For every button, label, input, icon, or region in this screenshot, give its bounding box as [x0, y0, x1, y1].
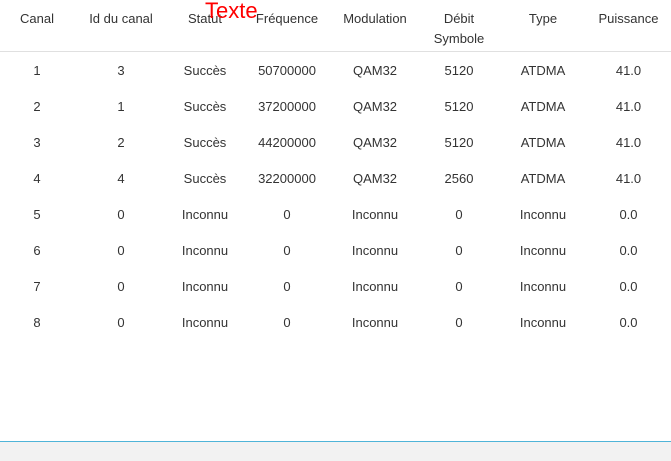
cell-statut: Inconnu	[181, 314, 229, 330]
cell-modulation: QAM32	[352, 170, 398, 186]
cell-id-du-canal: 4	[117, 170, 125, 186]
footer-bar	[0, 441, 671, 461]
cell-debit-symbole: 5120	[444, 62, 474, 78]
cell-canal: 8	[33, 314, 41, 330]
cell-modulation: QAM32	[352, 98, 398, 114]
cell-debit-symbole: 0	[455, 314, 463, 330]
cell-canal: 1	[33, 62, 41, 78]
cell-debit-symbole: 0	[455, 278, 463, 294]
cell-puissance: 0.0	[619, 242, 638, 258]
header-label: Canal	[20, 11, 54, 26]
cell-id-du-canal: 3	[117, 62, 125, 78]
table-row: 4 4 Succès 32200000 QAM32 2560 ATDMA 41.0	[0, 160, 671, 196]
cell-canal: 4	[33, 170, 41, 186]
cell-frequence: 0	[283, 242, 291, 258]
cell-puissance: 41.0	[615, 98, 642, 114]
cell-puissance: 41.0	[615, 134, 642, 150]
cell-id-du-canal: 1	[117, 98, 125, 114]
header-label: Débit	[443, 11, 475, 26]
cell-id-du-canal: 0	[117, 278, 125, 294]
cell-id-du-canal: 0	[117, 242, 125, 258]
cell-modulation: Inconnu	[351, 242, 399, 258]
cell-puissance: 41.0	[615, 170, 642, 186]
cell-type: ATDMA	[520, 134, 566, 150]
cell-canal: 3	[33, 134, 41, 150]
table-header: Canal Id du canal Statut Fréquence Modul…	[0, 0, 671, 52]
cell-debit-symbole: 0	[455, 206, 463, 222]
cell-frequence: 44200000	[258, 134, 316, 150]
cell-puissance: 0.0	[619, 278, 638, 294]
table-row: 8 0 Inconnu 0 Inconnu 0 Inconnu 0.0	[0, 304, 671, 340]
header-label: Modulation	[343, 11, 407, 26]
cell-canal: 7	[33, 278, 41, 294]
cell-id-du-canal: 0	[117, 206, 125, 222]
cell-statut: Succès	[183, 98, 227, 114]
overlay-text-label: Texte	[205, 0, 258, 23]
cell-type: Inconnu	[519, 314, 567, 330]
cell-modulation: QAM32	[352, 62, 398, 78]
cell-puissance: 0.0	[619, 206, 638, 222]
cell-debit-symbole: 5120	[444, 134, 474, 150]
cell-id-du-canal: 0	[117, 314, 125, 330]
cell-type: ATDMA	[520, 98, 566, 114]
header-id-du-canal: Id du canal	[74, 0, 168, 52]
table-row: 3 2 Succès 44200000 QAM32 5120 ATDMA 41.0	[0, 124, 671, 160]
header-label: Type	[528, 11, 558, 26]
page: Canal Id du canal Statut Fréquence Modul…	[0, 0, 671, 461]
header-modulation: Modulation	[332, 0, 418, 52]
cell-frequence: 32200000	[258, 170, 316, 186]
cell-statut: Inconnu	[181, 242, 229, 258]
cell-puissance: 0.0	[619, 314, 638, 330]
table-row: 6 0 Inconnu 0 Inconnu 0 Inconnu 0.0	[0, 232, 671, 268]
cell-debit-symbole: 2560	[444, 170, 474, 186]
table-body: 1 3 Succès 50700000 QAM32 5120 ATDMA 41.0 2 1 Succ…	[0, 52, 671, 341]
cell-debit-symbole: 0	[455, 242, 463, 258]
header-row: Canal Id du canal Statut Fréquence Modul…	[0, 0, 671, 52]
cell-modulation: QAM32	[352, 134, 398, 150]
header-type: Type	[500, 0, 586, 52]
cell-frequence: 50700000	[258, 62, 316, 78]
cell-frequence: 0	[283, 314, 291, 330]
cell-statut: Succès	[183, 134, 227, 150]
header-puissance: Puissance	[586, 0, 671, 52]
cell-statut: Succès	[183, 62, 227, 78]
table-row: 7 0 Inconnu 0 Inconnu 0 Inconnu 0.0	[0, 268, 671, 304]
cell-debit-symbole: 5120	[444, 98, 474, 114]
cell-canal: 6	[33, 242, 41, 258]
header-debit-symbole: Débit Symbole	[418, 0, 500, 52]
cell-frequence: 0	[283, 206, 291, 222]
cell-type: ATDMA	[520, 170, 566, 186]
table-row: 5 0 Inconnu 0 Inconnu 0 Inconnu 0.0	[0, 196, 671, 232]
cell-type: Inconnu	[519, 278, 567, 294]
header-label: Puissance	[598, 11, 659, 26]
cell-type: ATDMA	[520, 62, 566, 78]
cell-puissance: 41.0	[615, 62, 642, 78]
cell-type: Inconnu	[519, 206, 567, 222]
upstream-channel-table: Canal Id du canal Statut Fréquence Modul…	[0, 0, 671, 340]
header-label: Fréquence	[255, 11, 319, 26]
cell-canal: 5	[33, 206, 41, 222]
table-row: 2 1 Succès 37200000 QAM32 5120 ATDMA 41.0	[0, 88, 671, 124]
cell-frequence: 0	[283, 278, 291, 294]
cell-statut: Inconnu	[181, 206, 229, 222]
header-canal: Canal	[0, 0, 74, 52]
cell-modulation: Inconnu	[351, 278, 399, 294]
cell-statut: Inconnu	[181, 278, 229, 294]
cell-frequence: 37200000	[258, 98, 316, 114]
table-row: 1 3 Succès 50700000 QAM32 5120 ATDMA 41.0	[0, 52, 671, 89]
cell-canal: 2	[33, 98, 41, 114]
cell-modulation: Inconnu	[351, 314, 399, 330]
cell-statut: Succès	[183, 170, 227, 186]
cell-type: Inconnu	[519, 242, 567, 258]
cell-id-du-canal: 2	[117, 134, 125, 150]
header-label-line2: Symbole	[433, 31, 485, 46]
header-label: Id du canal	[89, 11, 153, 26]
cell-modulation: Inconnu	[351, 206, 399, 222]
